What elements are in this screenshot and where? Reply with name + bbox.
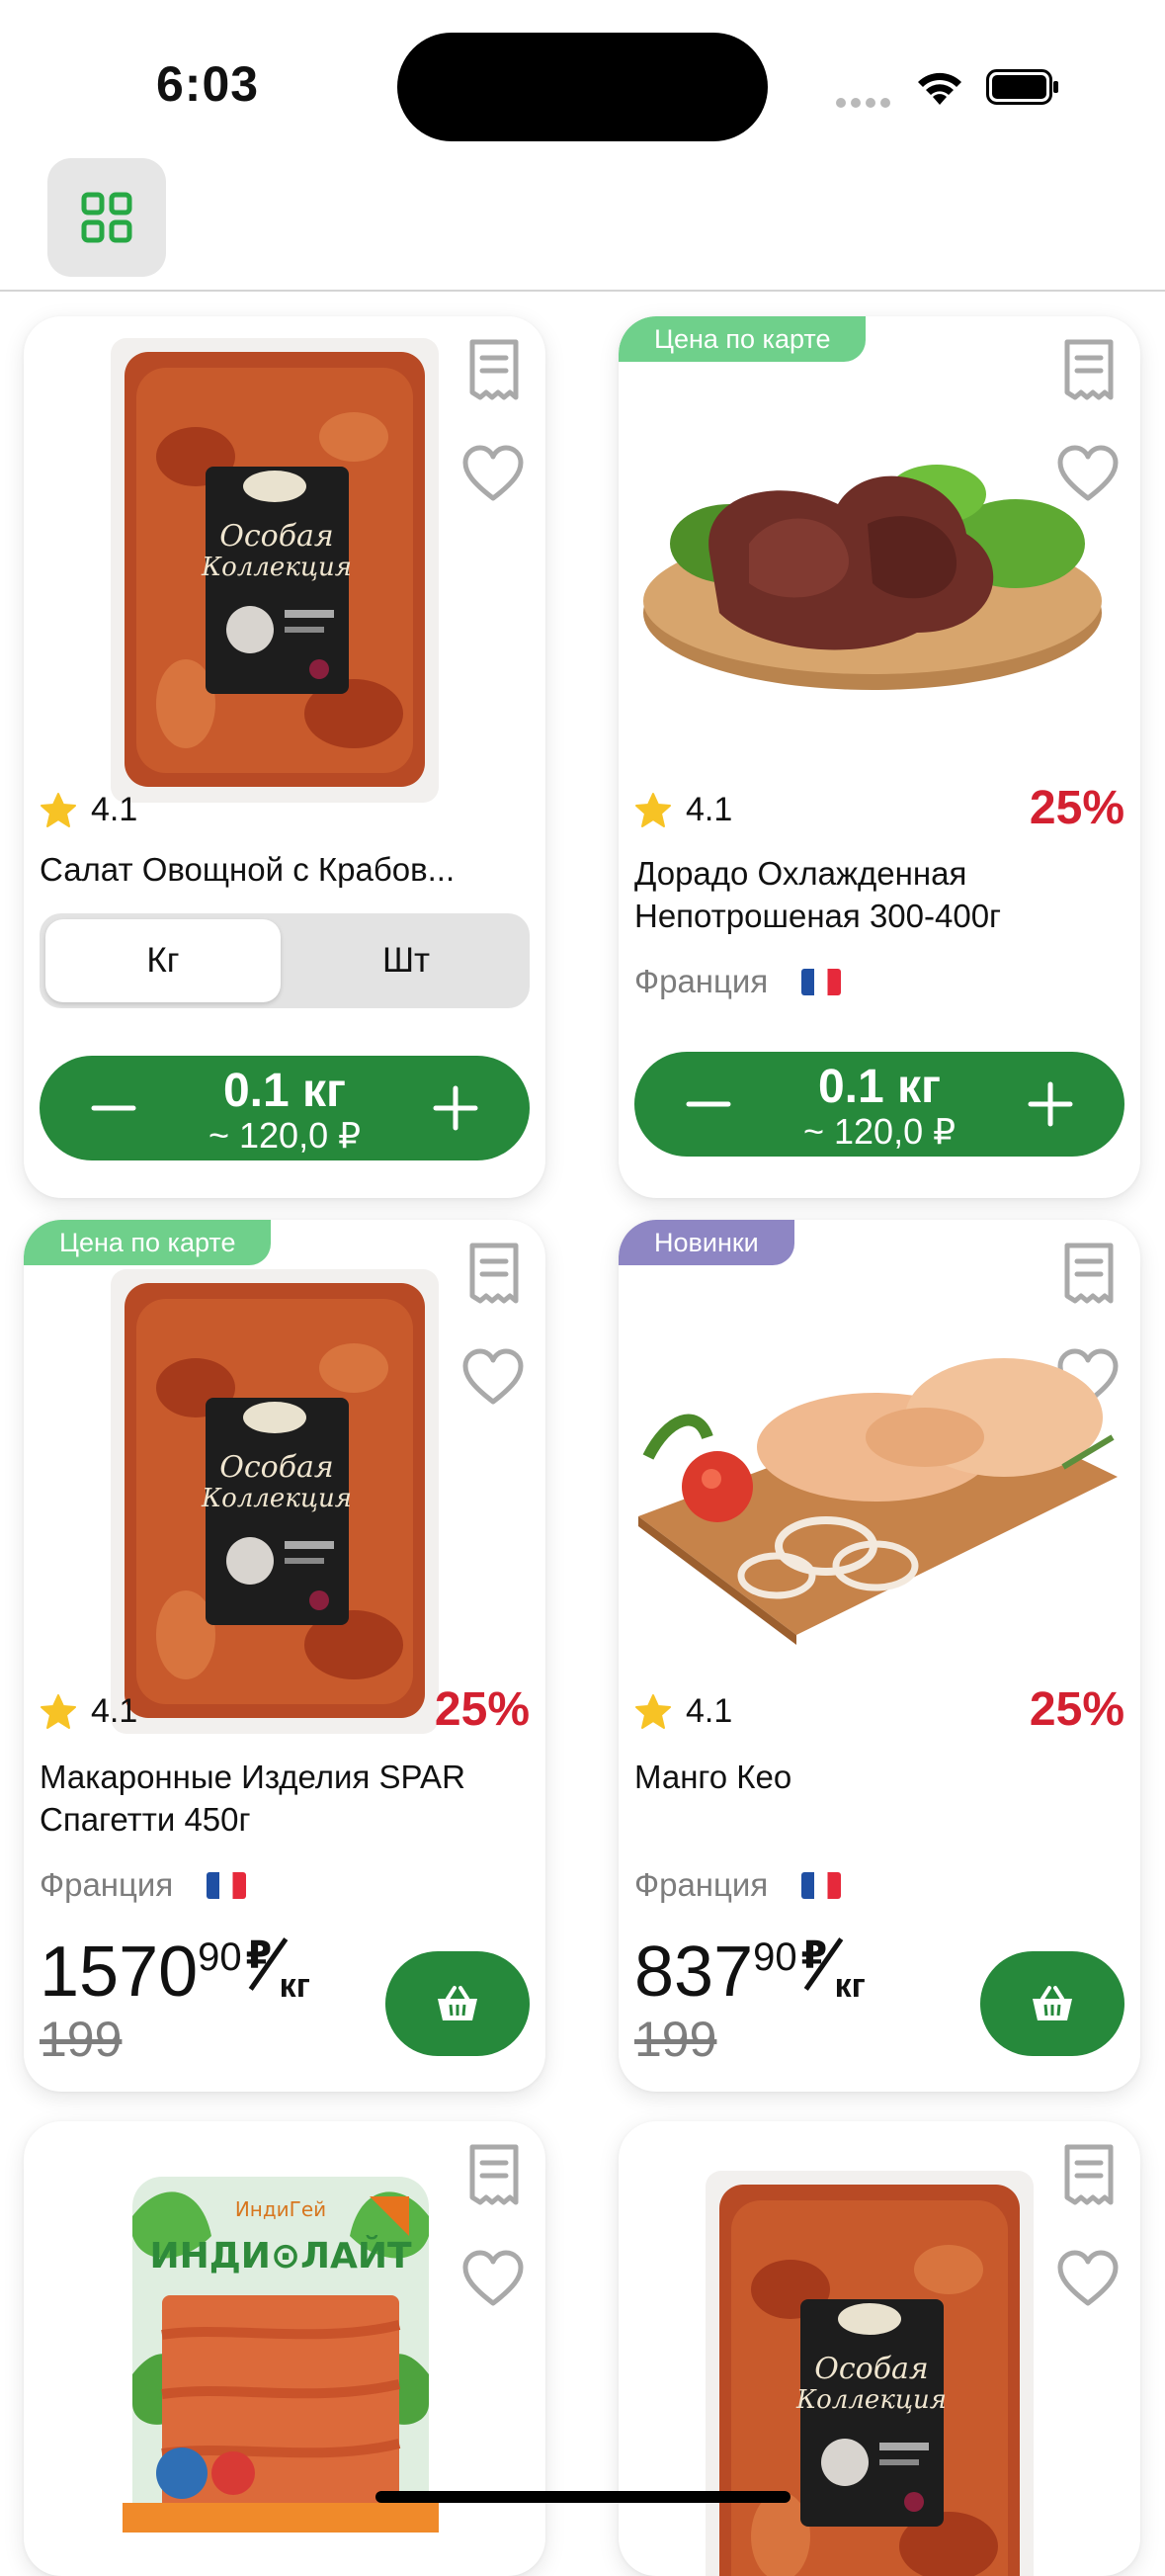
product-card[interactable] — [619, 2121, 1140, 2576]
product-image — [643, 465, 1102, 690]
quantity-stepper[interactable]: 0.1 кг ~ 120,0 ₽ — [634, 1052, 1124, 1157]
quantity-stepper[interactable]: 0.1 кг ~ 120,0 ₽ — [40, 1056, 530, 1160]
product-image — [107, 338, 443, 803]
card-price-badge: Цена по карте — [24, 1220, 272, 1265]
wifi-icon — [918, 72, 961, 105]
plus-icon[interactable] — [1028, 1079, 1073, 1129]
product-image — [107, 1269, 443, 1734]
receipt-icon[interactable] — [464, 338, 524, 403]
add-to-cart-button[interactable] — [980, 1951, 1124, 2056]
favorite-heart-icon[interactable] — [1057, 2250, 1119, 2307]
card-price-badge: Цена по карте — [619, 316, 867, 362]
basket-icon — [435, 1984, 480, 2023]
price-fraction: 90 — [753, 1935, 797, 1979]
favorite-heart-icon[interactable] — [462, 1348, 524, 1406]
country-of-origin: Франция — [40, 1866, 247, 1904]
favorite-heart-icon[interactable] — [462, 445, 524, 502]
favorite-heart-icon[interactable] — [462, 2250, 524, 2307]
unit-label: кг — [834, 1967, 866, 2005]
basket-icon — [1030, 1984, 1075, 2023]
rating-value: 4.1 — [686, 1692, 733, 1730]
star-icon — [40, 1693, 77, 1731]
france-flag-icon — [801, 968, 842, 995]
svg-text:ИНДИ⊙ЛАЙТ: ИНДИ⊙ЛАЙТ — [149, 2235, 412, 2276]
france-flag-icon — [801, 1871, 842, 1899]
status-time: 6:03 — [156, 56, 260, 112]
catalog-menu-button[interactable] — [47, 158, 166, 277]
rating-value: 4.1 — [91, 791, 138, 828]
france-flag-icon — [207, 1871, 247, 1899]
old-price: 199 — [634, 2012, 717, 2067]
unit-option-kg[interactable]: Кг — [45, 919, 281, 1002]
rating-value: 4.1 — [91, 1692, 138, 1730]
receipt-icon[interactable] — [464, 1242, 524, 1307]
product-card[interactable]: Цена по карте 4.1 25% Макаронные Изделия… — [24, 1220, 545, 2092]
rating: 4.1 — [634, 791, 732, 829]
battery-icon — [986, 69, 1058, 105]
price-unit: ₽ кг — [799, 1933, 869, 2005]
product-name: Дорадо Охлажденная Непотрошеная 300-400г — [634, 855, 1002, 934]
product-card[interactable]: ИндиГей ИНДИ⊙ЛАЙТ — [24, 2121, 545, 2576]
add-to-cart-button[interactable] — [385, 1951, 530, 2056]
unit-label: кг — [279, 1967, 310, 2005]
grid-icon — [81, 192, 132, 243]
product-name: Салат Овощной с Крабов... — [40, 851, 456, 888]
country-of-origin: Франция — [634, 963, 842, 1000]
product-image — [638, 1358, 1118, 1645]
price: 1570 90 ₽ кг — [40, 1933, 313, 2011]
star-icon — [40, 792, 77, 829]
product-image — [702, 2171, 1038, 2576]
country-label: Франция — [40, 1866, 174, 1903]
country-label: Франция — [634, 963, 769, 999]
old-price: 199 — [40, 2012, 123, 2067]
product-card[interactable]: Цена по карте 4.1 25% Дорадо Охлажденная… — [619, 316, 1140, 1198]
plus-icon[interactable] — [433, 1083, 478, 1133]
status-bar: 6:03 — [0, 0, 1165, 148]
product-name: Манго Кео — [634, 1759, 792, 1795]
rating: 4.1 — [40, 791, 137, 829]
price-main: 837 — [634, 1932, 754, 2012]
receipt-icon[interactable] — [1059, 1242, 1119, 1307]
product-card[interactable]: 4.1 Салат Овощной с Крабов... Кг Шт 0.1 … — [24, 316, 545, 1198]
star-icon — [634, 1693, 672, 1731]
unit-segmented-control[interactable]: Кг Шт — [40, 913, 530, 1008]
product-image: ИндиГей ИНДИ⊙ЛАЙТ — [123, 2177, 439, 2533]
rating: 4.1 — [634, 1692, 732, 1731]
card-new-badge: Новинки — [619, 1220, 794, 1265]
cellular-signal-icon — [836, 95, 895, 113]
dynamic-island — [397, 33, 768, 141]
price-main: 1570 — [40, 1932, 199, 2012]
top-bar — [0, 148, 1165, 292]
discount-percent: 25% — [1029, 782, 1124, 834]
star-icon — [634, 792, 672, 829]
rating: 4.1 — [40, 1692, 137, 1731]
price-fraction: 90 — [198, 1935, 242, 1979]
receipt-icon[interactable] — [464, 2143, 524, 2208]
product-name: Макаронные Изделия SPAR Спагетти 450г — [40, 1759, 465, 1838]
price: 837 90 ₽ кг — [634, 1933, 869, 2011]
receipt-icon[interactable] — [1059, 338, 1119, 403]
discount-percent: 25% — [434, 1683, 530, 1736]
country-label: Франция — [634, 1866, 769, 1903]
rating-value: 4.1 — [686, 791, 733, 828]
receipt-icon[interactable] — [1059, 2143, 1119, 2208]
product-card[interactable]: Новинки 4.1 25% Манго Кео Франция 837 90… — [619, 1220, 1140, 2092]
price-unit: ₽ кг — [244, 1933, 313, 2005]
discount-percent: 25% — [1029, 1683, 1124, 1736]
unit-option-pcs[interactable]: Шт — [289, 919, 524, 1002]
country-of-origin: Франция — [634, 1866, 842, 1904]
svg-text:ИндиГей: ИндиГей — [235, 2197, 326, 2221]
home-indicator[interactable] — [375, 2491, 791, 2503]
